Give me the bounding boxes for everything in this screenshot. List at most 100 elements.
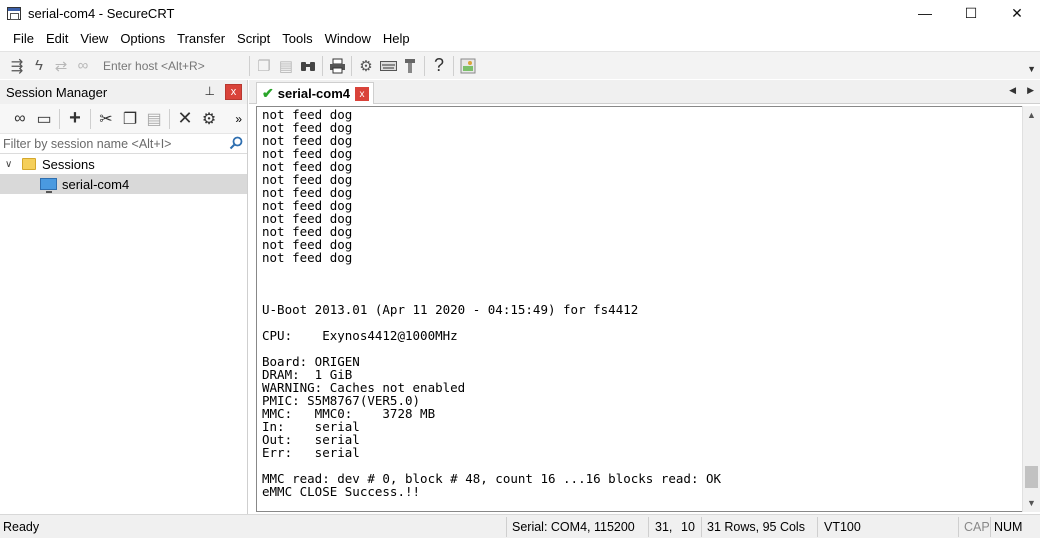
menu-edit[interactable]: Edit: [40, 31, 74, 46]
menu-bar: File Edit View Options Transfer Script T…: [0, 27, 1040, 50]
sftp-icon[interactable]: [399, 55, 421, 77]
title-bar: serial-com4 - SecureCRT — ☐ ✕: [0, 0, 1040, 26]
toolbar-more-icon[interactable]: »: [235, 112, 242, 126]
keymap-icon[interactable]: [377, 55, 399, 77]
terminal-line: Err: serial: [262, 445, 360, 460]
connect-session-icon[interactable]: ∞: [8, 107, 32, 131]
properties-gear-icon[interactable]: ⚙: [197, 107, 221, 131]
status-connection: Serial: COM4, 115200: [512, 520, 635, 534]
toolbar-divider: [59, 108, 60, 129]
status-divider: [990, 517, 991, 537]
new-session-icon[interactable]: +: [63, 107, 87, 131]
menu-help[interactable]: Help: [377, 31, 416, 46]
cut-icon[interactable]: ✂: [94, 107, 118, 131]
toolbar-overflow-icon[interactable]: ▼: [1027, 64, 1036, 74]
scroll-down-icon[interactable]: ▼: [1027, 498, 1036, 508]
delete-icon[interactable]: ✕: [173, 107, 197, 131]
tree-session-serial-com4[interactable]: serial-com4: [0, 174, 247, 194]
print-icon[interactable]: [326, 55, 348, 77]
find-icon[interactable]: [297, 55, 319, 77]
close-window-button[interactable]: ✕: [994, 0, 1040, 26]
connected-check-icon: ✔: [262, 85, 274, 101]
status-row: 31,: [655, 520, 673, 534]
link-icon[interactable]: ∞: [72, 55, 94, 77]
copy-session-icon[interactable]: ❐: [118, 107, 142, 131]
minimize-button[interactable]: —: [902, 0, 948, 26]
snapshot-icon[interactable]: [457, 55, 479, 77]
toolbar-divider: [169, 108, 170, 129]
toolbar-divider: [453, 55, 454, 76]
menu-options[interactable]: Options: [114, 31, 171, 46]
session-tab-strip: ✔ serial-com4 x ◀ ▶: [249, 80, 1040, 104]
status-cap: CAP: [964, 520, 990, 534]
status-emulation: VT100: [824, 520, 861, 534]
chevron-down-icon[interactable]: ∨: [5, 159, 15, 170]
status-divider: [506, 517, 507, 537]
reconnect-icon[interactable]: ⇄: [50, 55, 72, 77]
quick-connect-input[interactable]: Enter host <Alt+R>: [100, 56, 246, 76]
session-filter-input[interactable]: Filter by session name <Alt+I>: [0, 134, 247, 154]
terminal-scrollbar[interactable]: ▲ ▼: [1022, 106, 1040, 512]
maximize-button[interactable]: ☐: [948, 0, 994, 26]
status-divider: [958, 517, 959, 537]
tree-folder-sessions[interactable]: ∨ Sessions: [0, 154, 247, 174]
lightning-icon[interactable]: ϟ: [28, 55, 50, 77]
session-manager-title: Session Manager: [6, 84, 108, 100]
connect-tab-icon[interactable]: ▭: [32, 107, 56, 131]
paste-icon[interactable]: ▤: [275, 55, 297, 77]
status-size: 31 Rows, 95 Cols: [707, 520, 805, 534]
terminal-output: not feed dog not feed dog not feed dog not …: [262, 108, 721, 498]
status-num: NUM: [994, 520, 1023, 534]
tab-serial-com4[interactable]: ✔ serial-com4 x: [256, 82, 374, 104]
scrollbar-thumb[interactable]: [1025, 466, 1038, 488]
status-divider: [648, 517, 649, 537]
terminal-line: U-Boot 2013.01 (Apr 11 2020 - 04:15:49) …: [262, 302, 639, 317]
tree-folder-label: Sessions: [42, 156, 95, 172]
toolbar-divider: [322, 55, 323, 76]
menu-view[interactable]: View: [74, 31, 114, 46]
session-manager-toolbar: ∞ ▭ + ✂ ❐ ▤ ✕ ⚙ »: [0, 104, 247, 134]
menu-window[interactable]: Window: [319, 31, 377, 46]
tab-label: serial-com4: [277, 86, 350, 101]
pin-icon[interactable]: ⊥: [205, 84, 215, 98]
status-col: 10: [681, 520, 695, 534]
help-icon[interactable]: ?: [428, 55, 450, 77]
terminal-view[interactable]: not feed dog not feed dog not feed dog not …: [256, 106, 1023, 512]
menu-tools[interactable]: Tools: [276, 31, 318, 46]
terminal-line: CPU: Exynos4412@1000MHz: [262, 328, 458, 343]
folder-icon: [22, 158, 36, 170]
connect-tree-icon[interactable]: ⇶: [6, 55, 28, 77]
menu-script[interactable]: Script: [231, 31, 276, 46]
tree-session-label: serial-com4: [62, 176, 130, 192]
copy-icon[interactable]: ❐: [253, 55, 275, 77]
status-bar: Ready Serial: COM4, 115200 31, 10 31 Row…: [0, 514, 1040, 538]
tab-close-button[interactable]: x: [355, 87, 369, 101]
session-manager-panel: Session Manager ⊥ x ∞ ▭ + ✂ ❐ ▤ ✕ ⚙ » Fi…: [0, 80, 248, 514]
settings-icon[interactable]: ⚙: [355, 55, 377, 77]
toolbar-divider: [424, 55, 425, 76]
search-icon: [229, 136, 243, 150]
securecrt-app-icon: [7, 6, 21, 20]
terminal-line: not feed dog: [262, 250, 353, 265]
toolbar-divider: [90, 108, 91, 129]
menu-transfer[interactable]: Transfer: [171, 31, 231, 46]
status-ready: Ready: [3, 520, 40, 534]
status-divider: [701, 517, 702, 537]
tab-scroll-right-icon[interactable]: ▶: [1027, 85, 1034, 96]
toolbar-divider: [351, 55, 352, 76]
window-title: serial-com4 - SecureCRT: [28, 5, 175, 21]
terminal-line: eMMC CLOSE Success.!!: [262, 484, 421, 499]
main-toolbar: ⇶ ϟ ⇄ ∞ Enter host <Alt+R> ❐ ▤ ⚙ ? ▼: [0, 51, 1040, 79]
paste-session-icon[interactable]: ▤: [142, 107, 166, 131]
monitor-icon: [40, 178, 57, 193]
session-manager-close-button[interactable]: x: [225, 84, 242, 100]
status-divider: [817, 517, 818, 537]
menu-file[interactable]: File: [7, 31, 40, 46]
toolbar-divider: [249, 55, 250, 76]
session-manager-header: Session Manager ⊥ x: [0, 80, 247, 104]
tab-scroll-left-icon[interactable]: ◀: [1009, 85, 1016, 96]
scroll-up-icon[interactable]: ▲: [1027, 110, 1036, 120]
session-filter-placeholder: Filter by session name <Alt+I>: [3, 136, 172, 151]
